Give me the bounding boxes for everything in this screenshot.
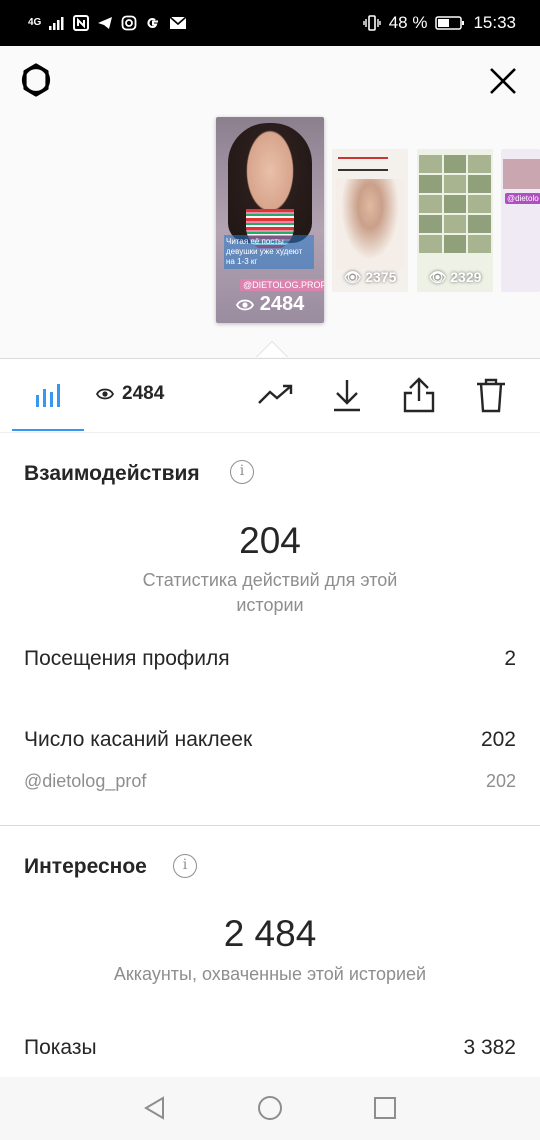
close-button[interactable] <box>488 66 518 96</box>
divider <box>0 432 540 433</box>
google-icon <box>147 18 159 29</box>
recents-button[interactable] <box>370 1093 400 1123</box>
story-mention-tag: @DIETOLOG.PROF <box>240 279 324 291</box>
eye-icon <box>96 388 114 400</box>
story-thumbnail[interactable]: 👁 2375 <box>332 149 408 292</box>
eye-icon <box>235 299 254 310</box>
thumb-views: 👁 2375 <box>343 269 397 285</box>
impressions-value: 3 382 <box>463 1036 516 1059</box>
viewers-count: 2484 <box>122 383 165 404</box>
sticker-taps-value: 202 <box>480 728 516 751</box>
settings-button[interactable] <box>18 62 54 98</box>
impressions-label: Показы <box>24 1036 97 1059</box>
telegram-icon <box>98 17 113 29</box>
status-bar: 4G 48 % 15:33 <box>0 0 540 46</box>
story-caption: Читая её посты девушки уже худеют на 1-3… <box>224 235 314 269</box>
instagram-icon <box>121 15 137 31</box>
home-button[interactable] <box>255 1093 285 1123</box>
info-icon[interactable]: i <box>173 854 197 878</box>
section-title-discovery: Интересное <box>24 855 147 878</box>
reach-total: 2 484 <box>223 913 317 954</box>
story-views-count: 2484 <box>259 293 305 315</box>
battery-icon <box>435 16 465 30</box>
signal-icon <box>49 17 64 30</box>
divider <box>0 825 540 826</box>
story-thumbnail[interactable]: 👁 2329 <box>417 149 493 292</box>
vibrate-icon <box>363 15 381 31</box>
interactions-caption: Статистика действий для этой истории <box>142 570 398 615</box>
thumb-views-count: 2375 <box>365 269 397 285</box>
nfc-icon <box>73 15 90 31</box>
recents-square-icon <box>374 1097 396 1119</box>
thumb-photo-grid <box>419 155 491 262</box>
sticker-handle-label[interactable]: @dietolog_prof <box>24 771 146 792</box>
story-thumbnail-selected[interactable]: Читая её посты девушки уже худеют на 1-3… <box>216 117 324 323</box>
story-strip: Читая её посты девушки уже худеют на 1-3… <box>0 46 540 358</box>
story-views: 2484 <box>216 293 324 316</box>
profile-visits-label: Посещения профиля <box>24 647 230 670</box>
clock: 15:33 <box>473 13 516 32</box>
story-thumbnail[interactable]: @dietolo <box>501 149 540 292</box>
trend-up-icon <box>258 384 293 404</box>
trash-icon <box>477 378 505 413</box>
tab-viewers[interactable]: 2484 <box>96 383 164 405</box>
reach-caption: Аккаунты, охваченные этой историей <box>113 964 427 984</box>
status-right: 48 % 15:33 <box>363 13 516 33</box>
thumb-mention-tag: @dietolo <box>505 193 540 204</box>
profile-visits-value: 2 <box>504 647 516 670</box>
download-icon <box>334 380 360 412</box>
section-title-interactions: Взаимодействия <box>24 462 200 485</box>
thumb-photo <box>336 179 404 269</box>
download-button[interactable] <box>328 376 366 414</box>
settings-gear-icon <box>21 63 51 97</box>
network-type: 4G <box>28 17 42 28</box>
back-button[interactable] <box>140 1093 170 1123</box>
action-bar: 2484 <box>0 359 540 433</box>
sticker-taps-label: Число касаний наклеек <box>24 728 253 751</box>
info-icon[interactable]: i <box>230 460 254 484</box>
tab-insights[interactable] <box>12 359 84 431</box>
tab-active-indicator <box>12 429 84 431</box>
back-triangle-icon <box>144 1096 164 1120</box>
selection-pointer <box>256 341 288 357</box>
bar-chart-icon <box>36 384 60 407</box>
promote-button[interactable] <box>257 376 295 414</box>
system-nav-bar <box>0 1077 540 1140</box>
thumb-views-count: 2329 <box>450 269 482 285</box>
sticker-handle-value: 202 <box>485 771 516 791</box>
delete-button[interactable] <box>472 376 510 414</box>
home-circle-icon <box>258 1096 282 1120</box>
thumb-photo <box>503 159 540 189</box>
mail-icon <box>169 16 187 29</box>
status-left: 4G <box>28 15 187 31</box>
battery-percent: 48 % <box>388 13 428 32</box>
thumb-views: 👁 2329 <box>428 269 482 285</box>
close-icon <box>490 68 516 94</box>
thumb-header <box>338 157 388 171</box>
share-icon <box>403 377 435 413</box>
share-button[interactable] <box>400 376 438 414</box>
interactions-total: 204 <box>239 520 301 561</box>
